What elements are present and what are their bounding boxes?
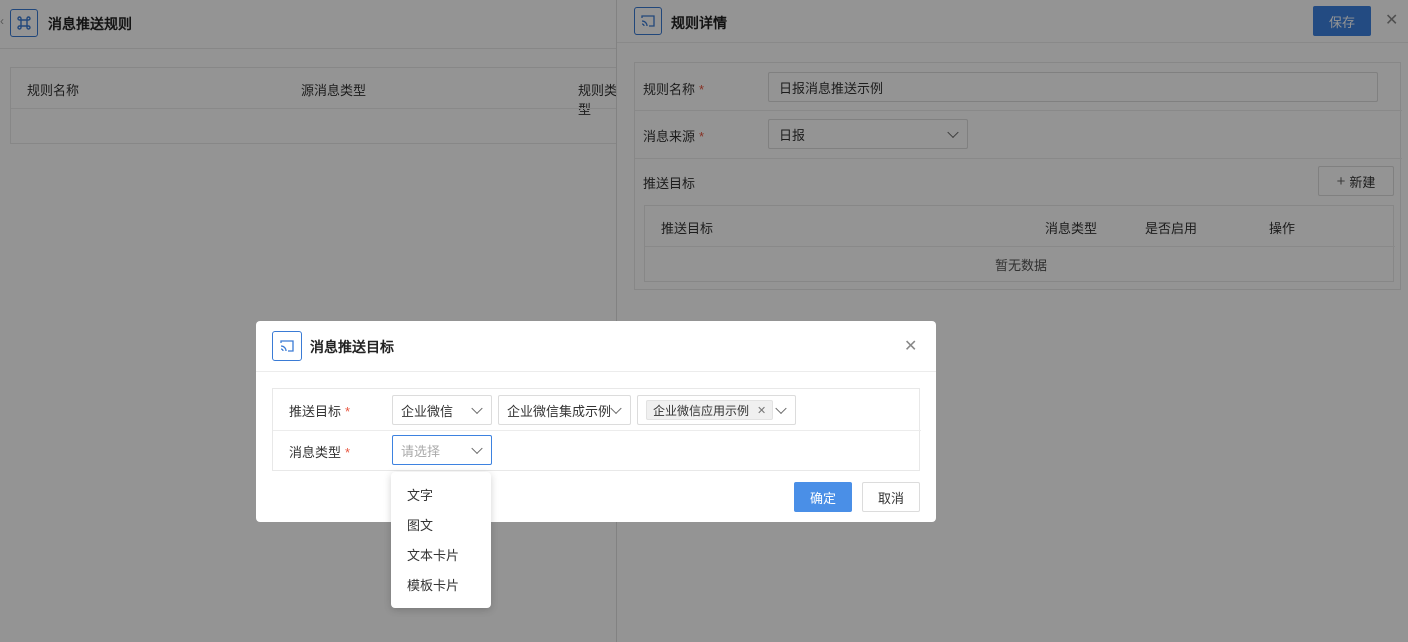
modal-header: 消息推送目标 ✕: [256, 321, 936, 372]
target-label: 推送目标 *: [289, 401, 350, 420]
cast-icon: [272, 331, 302, 361]
push-target-modal: 消息推送目标 ✕ 推送目标 * 企业微信 企业微信集成示例 企业微信应用示例 ✕ …: [256, 321, 936, 522]
chevron-down-icon: [471, 442, 483, 455]
modal-title: 消息推送目标: [310, 339, 394, 355]
target-integration-value: 企业微信集成示例: [507, 403, 612, 419]
modal-form: 推送目标 * 企业微信 企业微信集成示例 企业微信应用示例 ✕ 消息类型 * 请选择: [272, 388, 921, 471]
selected-app-tag: 企业微信应用示例 ✕: [646, 400, 774, 420]
msg-type-placeholder: 请选择: [401, 443, 441, 459]
cancel-button[interactable]: 取消: [862, 482, 920, 512]
selected-app-tag-label: 企业微信应用示例: [653, 403, 750, 418]
msg-type-label-text: 消息类型: [289, 445, 342, 460]
target-integration-select[interactable]: 企业微信集成示例: [498, 395, 631, 425]
option-text-card[interactable]: 文本卡片: [391, 539, 491, 569]
row-divider: [273, 430, 921, 431]
option-template-card[interactable]: 模板卡片: [391, 569, 491, 599]
option-text[interactable]: 文字: [391, 479, 491, 509]
chevron-down-icon: [610, 402, 622, 415]
target-platform-select[interactable]: 企业微信: [392, 395, 492, 425]
tag-remove-icon[interactable]: ✕: [757, 404, 766, 417]
msg-type-label: 消息类型 *: [289, 442, 350, 461]
msg-type-dropdown: 文字 图文 文本卡片 模板卡片: [391, 472, 491, 608]
target-platform-value: 企业微信: [401, 403, 454, 419]
modal-close-icon[interactable]: ✕: [904, 339, 917, 355]
option-rich-text[interactable]: 图文: [391, 509, 491, 539]
msg-type-select[interactable]: 请选择: [392, 435, 492, 465]
target-label-text: 推送目标: [289, 404, 342, 419]
confirm-button[interactable]: 确定: [794, 482, 852, 512]
required-mark: *: [345, 404, 351, 419]
target-app-multiselect[interactable]: 企业微信应用示例 ✕: [637, 395, 796, 425]
chevron-down-icon: [471, 402, 483, 415]
required-mark: *: [345, 445, 351, 460]
chevron-down-icon: [775, 402, 787, 415]
